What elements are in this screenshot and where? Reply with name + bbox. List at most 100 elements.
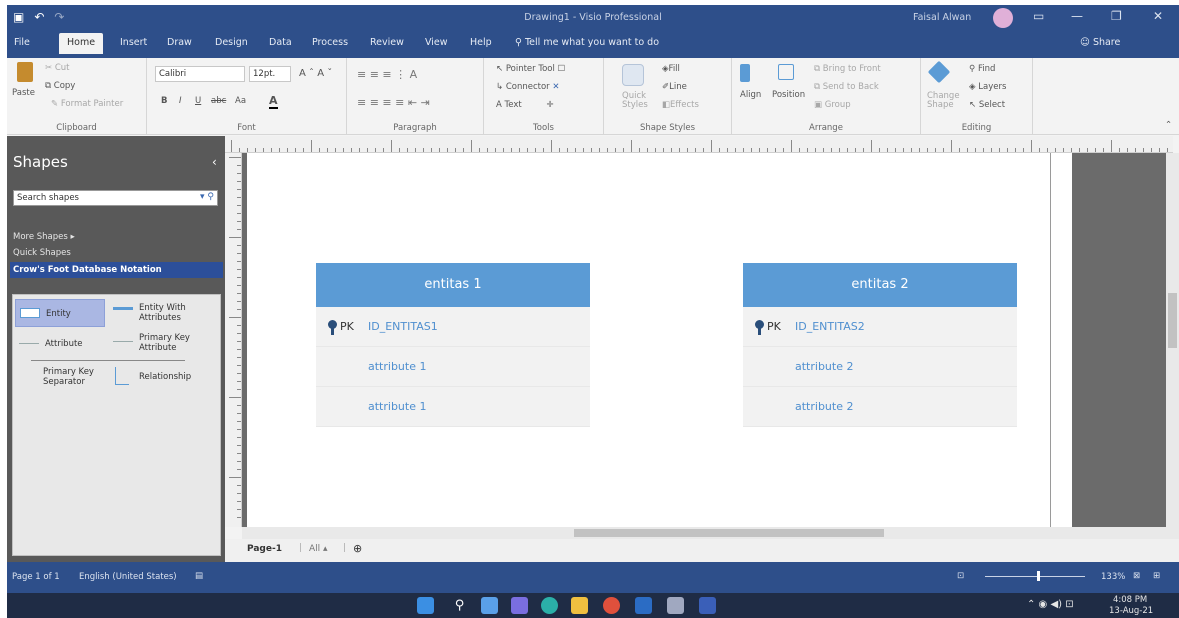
drawing-canvas[interactable]: entitas 1 PK ID_ENTITAS1 attribute 1 att… [242,153,1166,527]
tab-home[interactable]: Home [59,33,104,54]
avatar[interactable] [993,8,1013,28]
shape-relationship[interactable]: Relationship [111,363,217,391]
collapse-ribbon-icon[interactable]: ⌃ [1165,120,1172,130]
more-shapes-link[interactable]: More Shapes ▸ [13,232,75,242]
font-color-icon[interactable]: A [269,94,278,109]
all-pages-button[interactable]: All ▴ [309,544,328,554]
align-text-icons[interactable]: ≡ ≡ ≡ ≡ ⇤ ⇥ [357,96,430,109]
font-family-select[interactable]: Calibri [155,66,245,82]
add-page-icon[interactable]: ⊕ [353,542,362,555]
change-shape-button[interactable]: Change Shape [927,92,963,110]
connector-button[interactable]: ↳ Connector ✕ [496,82,560,92]
entity-shape[interactable]: entitas 2 PK ID_ENTITAS2 attribute 2 att… [743,263,1017,427]
text-tool-button[interactable]: A Text ✛ [496,100,554,110]
shape-attribute[interactable]: Attribute [15,333,105,357]
search-icon[interactable]: ⚲ [451,597,468,614]
paste-button[interactable]: Paste [12,88,35,98]
page-count[interactable]: Page 1 of 1 [12,572,60,582]
search-icon[interactable]: ▾ ⚲ [200,192,214,202]
fill-button[interactable]: ◈Fill [662,64,680,74]
horizontal-scroll-thumb[interactable] [574,529,884,537]
chat-icon[interactable] [511,597,528,614]
quick-shapes-link[interactable]: Quick Shapes [13,248,71,258]
drawing-page[interactable]: entitas 1 PK ID_ENTITAS1 attribute 1 att… [247,153,1072,527]
start-icon[interactable] [417,597,434,614]
strikethrough-button[interactable]: abc [211,96,226,106]
tab-review[interactable]: Review [370,37,404,48]
bold-button[interactable]: B [161,96,167,106]
pointer-tool-button[interactable]: ↖ Pointer Tool ☐ [496,64,565,74]
tab-process[interactable]: Process [312,37,348,48]
copy-button[interactable]: ⧉ Copy [45,81,75,91]
entity-attribute-row[interactable]: attribute 2 [743,387,1017,427]
find-button[interactable]: ⚲ Find [969,64,995,74]
chrome-icon[interactable] [603,597,620,614]
clock-date[interactable]: 13-Aug-21 [1109,606,1153,616]
horizontal-scrollbar[interactable] [242,527,1179,539]
stencil-crows-foot[interactable]: Crow's Foot Database Notation [10,262,223,278]
entity-header[interactable]: entitas 1 [316,263,590,307]
minimize-button[interactable]: — [1071,9,1083,23]
tab-help[interactable]: Help [470,37,492,48]
switch-windows-icon[interactable]: ⊞ [1153,571,1160,581]
send-to-back-button[interactable]: ⧉ Send to Back [814,82,879,92]
close-button[interactable]: ✕ [1153,9,1163,23]
macro-icon[interactable]: ▤ [195,571,203,581]
tab-design[interactable]: Design [215,37,248,48]
language[interactable]: English (United States) [79,572,177,582]
tab-file[interactable]: File [14,37,30,48]
fit-window-icon[interactable]: ⊠ [1133,571,1140,581]
shape-entity[interactable]: Entity [15,299,105,327]
edge-icon[interactable] [541,597,558,614]
paste-icon[interactable] [17,62,35,82]
fit-page-icon[interactable]: ⊡ [957,571,964,581]
italic-button[interactable]: I [179,96,182,106]
visio-icon[interactable] [699,597,716,614]
ribbon-display-icon[interactable]: ▭ [1033,9,1044,23]
entity-attribute-row[interactable]: attribute 1 [316,387,590,427]
format-painter-button[interactable]: ✎ Format Painter [51,99,123,109]
tab-insert[interactable]: Insert [120,37,147,48]
vertical-scrollbar[interactable] [1166,153,1179,527]
task-view-icon[interactable] [481,597,498,614]
zoom-slider[interactable] [985,576,1085,577]
tell-me-search[interactable]: ⚲ Tell me what you want to do [515,37,659,48]
effects-button[interactable]: ◧Effects [662,100,699,110]
entity-attribute-row[interactable]: attribute 1 [316,347,590,387]
page-tab[interactable]: Page-1 [247,544,282,554]
group-button[interactable]: ▣ Group [814,100,851,110]
tab-data[interactable]: Data [269,37,292,48]
align-top-icons[interactable]: ≡ ≡ ≡ ⋮ A [357,68,417,81]
word-icon[interactable] [635,597,652,614]
zoom-level[interactable]: 133% [1101,572,1125,582]
entity-pk-row[interactable]: PK ID_ENTITAS1 [316,307,590,347]
entity-header[interactable]: entitas 2 [743,263,1017,307]
snipping-tool-icon[interactable] [667,597,684,614]
collapse-pane-icon[interactable]: ‹ [212,155,217,169]
search-shapes-input[interactable]: Search shapes ▾ ⚲ [13,190,218,206]
system-tray-icons[interactable]: ⌃ ◉ ◀) ⊡ [1027,599,1074,610]
tab-draw[interactable]: Draw [167,37,192,48]
entity-shape[interactable]: entitas 1 PK ID_ENTITAS1 attribute 1 att… [316,263,590,427]
clock-time[interactable]: 4:08 PM [1113,595,1147,605]
shape-entity-with-attributes[interactable]: Entity With Attributes [111,299,217,327]
font-size-select[interactable]: 12pt. [249,66,291,82]
entity-attribute-row[interactable]: attribute 2 [743,347,1017,387]
grow-font-icon[interactable]: A ˆ A ˇ [299,68,332,79]
zoom-slider-thumb[interactable] [1037,571,1040,581]
quick-styles-button[interactable]: Quick Styles [622,92,650,110]
quick-styles-icon[interactable] [622,64,646,86]
select-button[interactable]: ↖ Select [969,100,1005,110]
shape-primary-key-attribute[interactable]: Primary Key Attribute [111,329,217,357]
share-button[interactable]: ☺ Share [1080,37,1120,48]
change-case-button[interactable]: Aa [235,96,246,106]
shape-primary-key-separator[interactable]: Primary Key Separator [15,363,105,391]
tab-view[interactable]: View [425,37,448,48]
maximize-button[interactable]: ❐ [1111,9,1122,23]
entity-pk-row[interactable]: PK ID_ENTITAS2 [743,307,1017,347]
bring-to-front-button[interactable]: ⧉ Bring to Front [814,64,881,74]
align-button[interactable]: Align [740,90,761,100]
vertical-scroll-thumb[interactable] [1168,293,1177,348]
file-explorer-icon[interactable] [571,597,588,614]
underline-button[interactable]: U [195,96,201,106]
